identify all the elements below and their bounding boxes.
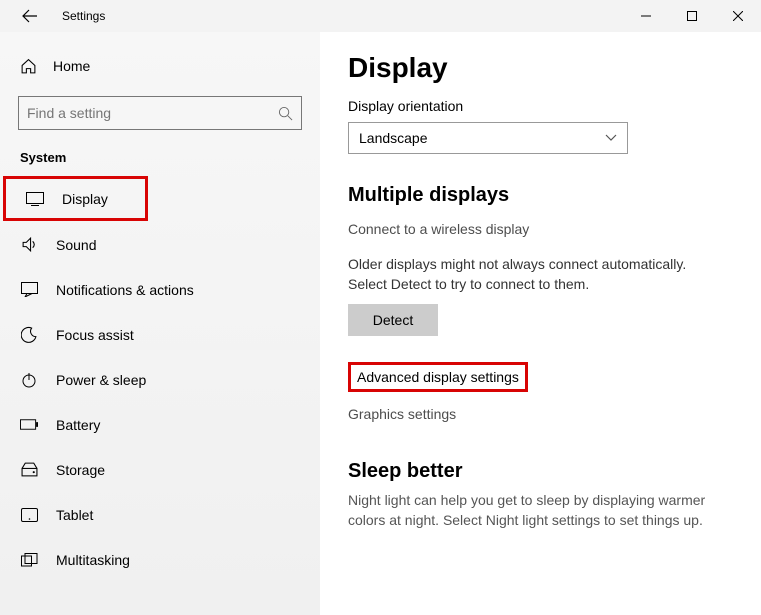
notifications-icon xyxy=(20,282,38,297)
focus-assist-icon xyxy=(20,326,38,343)
content-area: Display Display orientation Landscape Mu… xyxy=(320,32,761,615)
nav-battery[interactable]: Battery xyxy=(0,402,320,447)
nav-sound[interactable]: Sound xyxy=(0,222,320,267)
detect-description: Older displays might not always connect … xyxy=(348,255,728,294)
titlebar: Settings xyxy=(0,0,761,32)
storage-icon xyxy=(20,461,38,478)
search-input[interactable] xyxy=(27,105,267,121)
highlight-advanced: Advanced display settings xyxy=(348,362,528,392)
nav-label: Power & sleep xyxy=(56,372,146,388)
nav-label: Notifications & actions xyxy=(56,282,194,298)
home-icon xyxy=(20,58,37,75)
nav-focus-assist[interactable]: Focus assist xyxy=(0,312,320,357)
sleep-better-heading: Sleep better xyxy=(348,460,735,483)
battery-icon xyxy=(20,419,38,430)
back-button[interactable] xyxy=(10,0,50,32)
orientation-value: Landscape xyxy=(359,130,428,146)
orientation-dropdown[interactable]: Landscape xyxy=(348,122,628,154)
orientation-label: Display orientation xyxy=(348,98,735,114)
page-title: Display xyxy=(348,52,735,84)
connect-wireless-link[interactable]: Connect to a wireless display xyxy=(348,221,529,237)
sidebar: Home System Display Sound xyxy=(0,32,320,615)
home-nav[interactable]: Home xyxy=(0,46,320,86)
nav-label: Storage xyxy=(56,462,105,478)
graphics-settings-link[interactable]: Graphics settings xyxy=(348,406,456,422)
nav-tablet[interactable]: Tablet xyxy=(0,492,320,537)
search-icon xyxy=(278,106,293,121)
highlight-display: Display xyxy=(3,176,148,221)
close-icon xyxy=(733,11,743,21)
nav-label: Sound xyxy=(56,237,96,253)
advanced-display-settings-link[interactable]: Advanced display settings xyxy=(353,367,523,387)
section-label: System xyxy=(0,136,320,175)
maximize-icon xyxy=(687,11,697,21)
nav-label: Battery xyxy=(56,417,100,433)
close-button[interactable] xyxy=(715,0,761,32)
detect-button-label: Detect xyxy=(373,312,413,328)
nav-power-sleep[interactable]: Power & sleep xyxy=(0,357,320,402)
multiple-displays-heading: Multiple displays xyxy=(348,184,735,207)
nav-label: Display xyxy=(62,191,108,207)
chevron-down-icon xyxy=(605,134,617,142)
multitasking-icon xyxy=(20,553,38,567)
nav-storage[interactable]: Storage xyxy=(0,447,320,492)
nav-multitasking[interactable]: Multitasking xyxy=(0,537,320,582)
home-label: Home xyxy=(53,58,90,74)
sleep-better-description: Night light can help you get to sleep by… xyxy=(348,491,735,530)
nav-label: Tablet xyxy=(56,507,93,523)
maximize-button[interactable] xyxy=(669,0,715,32)
detect-button[interactable]: Detect xyxy=(348,304,438,336)
nav-label: Multitasking xyxy=(56,552,130,568)
window-title: Settings xyxy=(62,9,105,23)
power-icon xyxy=(20,372,38,388)
back-arrow-icon xyxy=(22,8,38,24)
nav-label: Focus assist xyxy=(56,327,134,343)
minimize-button[interactable] xyxy=(623,0,669,32)
search-box[interactable] xyxy=(18,96,302,130)
sound-icon xyxy=(20,236,38,253)
nav-notifications[interactable]: Notifications & actions xyxy=(0,267,320,312)
display-icon xyxy=(26,192,44,206)
minimize-icon xyxy=(641,11,651,21)
nav-display[interactable]: Display xyxy=(6,179,145,218)
tablet-icon xyxy=(20,508,38,522)
